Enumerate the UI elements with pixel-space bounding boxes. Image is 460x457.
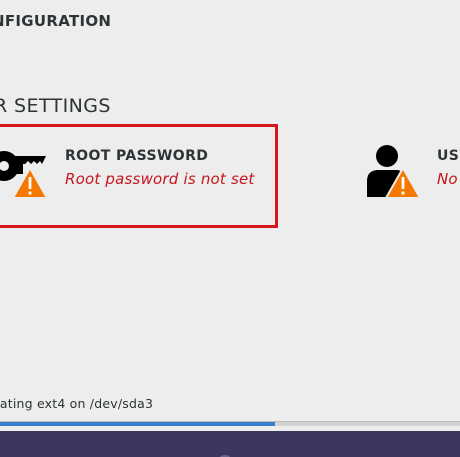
footer-banner xyxy=(0,431,460,457)
footer-decoration-icon xyxy=(219,455,231,457)
root-password-label: ROOT PASSWORD xyxy=(65,148,209,164)
progress-status-text: eating ext4 on /dev/sda3 xyxy=(0,396,154,411)
root-password-status: Root password is not set xyxy=(65,170,255,188)
section-title: R SETTINGS xyxy=(0,95,111,117)
progress-bar-fill xyxy=(0,422,275,426)
progress-bar xyxy=(0,421,460,426)
key-warning-icon xyxy=(0,151,49,199)
user-warning-icon xyxy=(367,145,422,199)
page-title: NFIGURATION xyxy=(0,12,112,30)
user-creation-status: No xyxy=(437,170,458,188)
user-creation-label: USE xyxy=(437,148,460,164)
